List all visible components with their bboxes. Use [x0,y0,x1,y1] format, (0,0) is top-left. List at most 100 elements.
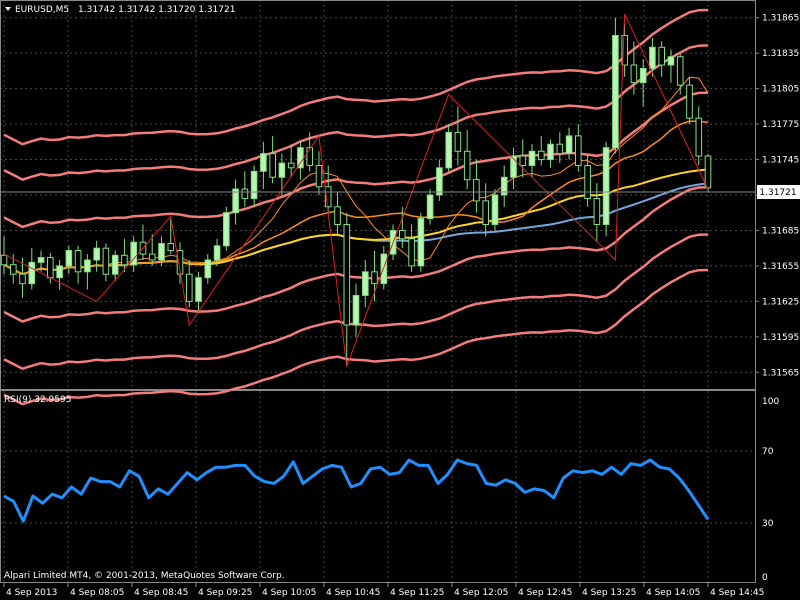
price-tick-label: 1.31835 [762,49,799,59]
candle-body-bear [593,198,601,225]
time-tick-label: 4 Sep 10:05 [262,588,316,598]
time-tick-label: 4 Sep 13:25 [582,588,636,598]
symbol-label: EURUSD,M5 [15,5,69,15]
candle[interactable] [491,189,499,231]
candle-body-bear [695,117,703,157]
candle-body-bear [241,188,249,200]
candle-body-bear [704,155,712,189]
candle-body-bull [65,250,73,267]
candle[interactable] [417,212,425,272]
ohlc-label: 1.31742 1.31742 1.31720 1.31721 [78,5,235,15]
candle-body-bear [686,84,693,119]
candle-body-bear [473,179,480,202]
candle[interactable] [223,206,230,251]
candle-body-bear [575,135,582,166]
candle-body-bull [565,135,573,155]
time-tick-label: 4 Sep 10:45 [326,588,380,598]
time-tick-label: 4 Sep 08:05 [70,588,124,598]
candle-body-bull [649,46,656,70]
rsi-level-label: 30 [762,519,774,529]
candle-body-bull [380,253,388,285]
price-chart[interactable]: 1.31865 1.31835 1.31805 1.31775 1.31745 1.317… [0,0,800,600]
candle-body-bull [297,147,304,169]
candle-body-bear [463,150,471,181]
candle-body-bull [362,271,369,296]
rsi-level-label: 0 [762,573,768,583]
candle-body-bear [408,238,415,267]
candle[interactable] [602,141,610,237]
candle-body-bear [148,253,156,261]
candle-body-bull [204,259,212,279]
candle-body-bear [658,46,666,66]
candle-body-bull [223,212,230,247]
candle-body-bear [287,162,295,169]
rsi-title: RSI(9) 32.9595 [4,395,71,405]
candle-body-bull [260,153,267,172]
price-tick-label: 1.31625 [762,297,799,307]
price-tick-label: 1.31685 [762,226,799,236]
candle-body-bull [84,259,91,273]
current-price-label: 1.31721 [759,188,796,198]
price-tick-label: 1.31775 [762,120,799,130]
candle-body-bull [352,295,360,326]
candle-body-bull [491,194,499,225]
price-tick-label: 1.31805 [762,85,799,95]
candle-body-bull [93,247,101,261]
candle-body-bear [519,155,527,166]
candle-body-bear [269,153,276,178]
candle-body-bear [74,250,82,273]
candle-body-bull [612,35,619,149]
candle-body-bull [111,254,119,275]
candle-body-bear [334,206,341,226]
candle-body-bear [454,131,462,152]
time-tick-label: 4 Sep 2013 [6,588,57,598]
candle-body-bear [306,147,313,166]
rsi-level-label: 70 [762,447,774,457]
price-tick-label: 1.31745 [762,156,799,166]
candle-body-bear [371,271,378,285]
time-tick-label: 4 Sep 12:45 [518,588,572,598]
candle-body-bear [121,254,128,266]
candle-body-bear [584,165,591,200]
candle-body-bear [19,273,26,285]
candle-body-bull [417,218,425,267]
time-tick-label: 4 Sep 14:45 [710,588,764,598]
candle-body-bull [158,243,165,261]
candle-body-bear [343,224,351,326]
candle-body-bull [213,245,221,261]
candle-body-bear [399,230,406,240]
candle-body-bull [232,188,239,214]
candle-body-bear [10,264,17,275]
candle[interactable] [612,17,619,154]
candle-body-bull [56,265,63,279]
candle-body-bull [667,56,675,66]
candle-body-bull [602,147,610,225]
price-tick-label: 1.31655 [762,262,799,272]
candle-body-bull [28,261,36,285]
candle-body-bear [556,143,564,155]
candle-body-bear [315,165,323,188]
candle-body-bear [47,257,54,279]
price-tick-label: 1.31865 [762,14,799,24]
candle-body-bear [482,200,489,225]
candle-body-bull [278,162,286,178]
candle-body-bull [250,170,258,200]
candle-body-bull [639,68,647,84]
candle-body-bull [528,150,536,167]
candle-body-bull [426,194,434,220]
candle-body-bull [436,167,443,196]
candle-body-bull [445,131,452,169]
candle-body-bear [630,64,638,84]
rsi-level-label: 100 [762,397,779,407]
time-tick-label: 4 Sep 12:05 [454,588,508,598]
candle-body-bear [102,247,110,275]
candle-body-bear [538,150,545,161]
time-tick-label: 4 Sep 11:25 [390,588,444,598]
price-tick-label: 1.31595 [762,333,799,343]
time-tick-label: 4 Sep 09:25 [198,588,252,598]
copyright-text: Alpari Limited MT4, © 2001-2013, MetaQuo… [4,571,285,581]
candle-body-bull [547,143,554,161]
candle-body-bear [676,56,684,86]
time-tick-label: 4 Sep 14:05 [646,588,700,598]
price-tick-label: 1.31565 [762,368,799,378]
